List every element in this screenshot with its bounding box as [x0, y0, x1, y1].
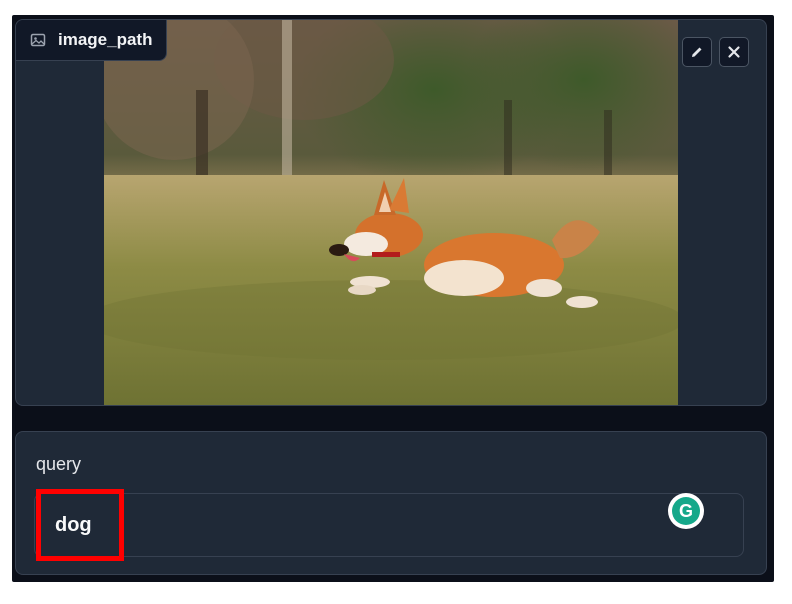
pencil-icon: [692, 47, 702, 57]
image-panel: image_path: [15, 19, 767, 406]
query-input[interactable]: dog: [34, 493, 744, 557]
query-panel: query dog: [15, 431, 767, 575]
close-icon: [728, 46, 740, 58]
app-window: image_path query dog: [12, 15, 774, 582]
query-label: query: [36, 454, 82, 474]
clear-button[interactable]: [719, 37, 749, 67]
grammarly-icon: G: [672, 497, 700, 525]
image-icon: [30, 33, 46, 47]
image-label-text: image_path: [58, 30, 153, 49]
grammarly-button[interactable]: G: [668, 493, 704, 529]
annotation-highlight-box: [36, 489, 124, 561]
image-component-label: image_path: [16, 20, 168, 61]
image-preview[interactable]: [104, 20, 678, 405]
edit-button[interactable]: [682, 37, 712, 67]
